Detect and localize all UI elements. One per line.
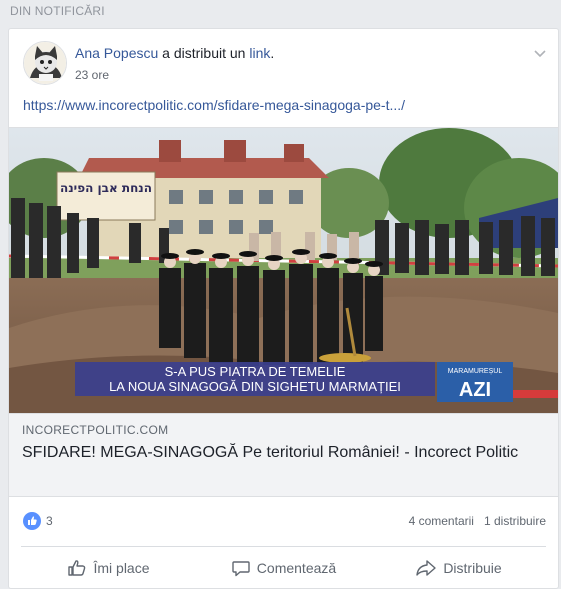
logo-top-text: MARAMUREȘUL: [448, 368, 503, 375]
divider: [21, 546, 546, 547]
thumbs-up-icon: [68, 560, 86, 576]
link-title[interactable]: SFIDARE! MEGA-SINAGOGĂ Pe teritoriul Rom…: [22, 442, 542, 464]
like-button-label: Îmi place: [93, 560, 150, 576]
chevron-down-icon[interactable]: [532, 45, 548, 61]
comment-count[interactable]: 4 comentarii: [409, 514, 474, 528]
comment-icon: [232, 561, 250, 577]
post-stats: 3 4 comentarii 1 distribuire: [23, 511, 546, 531]
author-line: Ana Popescu a distribuit un link.: [75, 45, 274, 61]
share-arrow-icon: [416, 560, 437, 576]
post-card: Ana Popescu a distribuit un link. 23 ore…: [8, 28, 559, 589]
section-label: DIN NOTIFICĂRI: [10, 4, 105, 18]
action-bar: Îmi place Comentează Distribuie: [21, 551, 546, 585]
share-count[interactable]: 1 distribuire: [484, 514, 546, 528]
avatar-cat-image: [24, 42, 66, 84]
logo-main-text: AZI: [459, 379, 491, 401]
like-reaction-icon[interactable]: [23, 512, 41, 530]
period: .: [270, 45, 275, 61]
ceremony-photo: הנחת אבן הפינה S-A PUS PIATRA DE TEMELIE…: [9, 128, 558, 413]
link-domain: INCORECTPOLITIC.COM: [22, 423, 169, 437]
action-text: a distribuit un: [158, 45, 250, 61]
post-url-link[interactable]: https://www.incorectpolitic.com/sfidare-…: [23, 97, 405, 113]
share-button-label: Distribuie: [443, 560, 502, 576]
link-preview-image[interactable]: הנחת אבן הפינה S-A PUS PIATRA DE TEMELIE…: [9, 127, 558, 413]
caption-line-2: LA NOUA SINAGOGĂ DIN SIGHETU MARMAȚIEI: [109, 379, 401, 394]
post-timestamp[interactable]: 23 ore: [75, 68, 109, 82]
link-caption[interactable]: INCORECTPOLITIC.COM SFIDARE! MEGA-SINAGO…: [9, 413, 558, 497]
comment-button-label: Comentează: [256, 560, 337, 576]
share-button[interactable]: Distribuie: [371, 551, 546, 585]
comment-button[interactable]: Comentează: [196, 551, 371, 585]
like-button[interactable]: Îmi place: [21, 551, 196, 585]
post-header: Ana Popescu a distribuit un link. 23 ore: [23, 41, 548, 87]
avatar[interactable]: [23, 41, 67, 85]
like-count[interactable]: 3: [46, 514, 53, 528]
banner-text: הנחת אבן הפינה: [60, 181, 152, 195]
caption-line-1: S-A PUS PIATRA DE TEMELIE: [165, 364, 346, 379]
author-name-link[interactable]: Ana Popescu: [75, 45, 158, 61]
engagement-counts: 4 comentarii 1 distribuire: [409, 514, 546, 528]
shared-link-label[interactable]: link: [249, 45, 270, 61]
